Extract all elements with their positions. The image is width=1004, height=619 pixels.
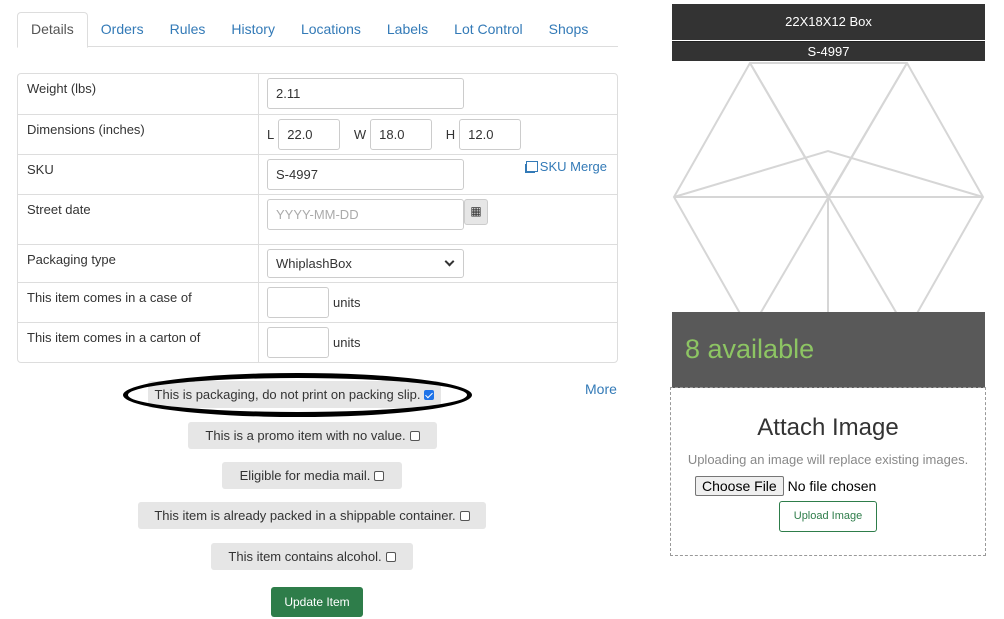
tab-lot-control[interactable]: Lot Control (441, 12, 535, 47)
tab-bar: Details Orders Rules History Locations L… (17, 12, 618, 48)
no-file-chosen-text: No file chosen (787, 478, 877, 494)
attach-image-title: Attach Image (757, 414, 899, 441)
packaging-type-row: Packaging type WhiplashBox (18, 244, 617, 282)
weight-row: Weight (lbs) 2.11 (18, 74, 617, 114)
copy-icon (525, 161, 538, 172)
packaging-checkbox-pill[interactable]: This is packaging, do not print on packi… (148, 381, 441, 408)
alcohol-checkbox-label: This item contains alcohol. (228, 549, 382, 564)
street-date-label: Street date (18, 194, 259, 244)
street-date-row: Street date YYYY-MM-DD ▦ (18, 194, 617, 244)
street-date-input[interactable]: YYYY-MM-DD (267, 199, 464, 230)
shippable-container-checkbox-label: This item is already packed in a shippab… (154, 508, 456, 523)
tab-locations[interactable]: Locations (288, 12, 374, 47)
sku-merge-label: SKU Merge (539, 159, 607, 174)
shippable-container-checkbox-pill[interactable]: This item is already packed in a shippab… (138, 502, 486, 529)
length-input[interactable]: 22.0 (278, 119, 341, 150)
sku-merge-link[interactable]: SKU Merge (525, 159, 607, 174)
width-input[interactable]: 18.0 (370, 119, 433, 150)
carton-of-label: This item comes in a carton of (18, 322, 259, 362)
height-input[interactable]: 12.0 (459, 119, 522, 150)
width-label: W (353, 127, 367, 142)
alcohol-checkbox[interactable] (385, 552, 396, 562)
promo-checkbox[interactable] (409, 431, 420, 441)
tab-details[interactable]: Details (17, 12, 88, 48)
weight-input[interactable]: 2.11 (267, 78, 464, 109)
tab-rules[interactable]: Rules (157, 12, 219, 47)
length-label: L (267, 127, 275, 142)
dimensions-label: Dimensions (inches) (18, 114, 259, 154)
case-of-input[interactable] (267, 287, 329, 318)
sku-label: SKU (18, 154, 259, 194)
media-mail-checkbox[interactable] (374, 471, 385, 481)
alcohol-checkbox-pill[interactable]: This item contains alcohol. (211, 543, 413, 570)
choose-file-button[interactable]: Choose File (695, 476, 784, 496)
item-properties-table: Weight (lbs) 2.11 Dimensions (inches) L2… (17, 73, 618, 363)
sku-row: SKU S-4997 SKU Merge (18, 154, 617, 194)
weight-label: Weight (lbs) (18, 74, 259, 114)
tab-history[interactable]: History (218, 12, 288, 47)
packaging-type-label: Packaging type (18, 244, 259, 282)
height-label: H (445, 127, 456, 142)
more-link[interactable]: More (585, 381, 617, 397)
attach-image-note: Uploading an image will replace existing… (687, 452, 969, 467)
media-mail-checkbox-label: Eligible for media mail. (239, 468, 371, 483)
promo-checkbox-pill[interactable]: This is a promo item with no value. (188, 422, 437, 449)
case-of-label: This item comes in a case of (18, 282, 259, 322)
attach-image-panel: Attach Image Uploading an image will rep… (670, 387, 986, 556)
calendar-button[interactable]: ▦ (464, 199, 488, 225)
chevron-down-icon (444, 256, 455, 267)
tab-shops[interactable]: Shops (536, 12, 602, 47)
upload-image-button[interactable]: Upload Image (778, 501, 878, 532)
packaging-checkbox[interactable] (424, 390, 435, 400)
promo-checkbox-label: This is a promo item with no value. (205, 428, 406, 443)
packaging-type-value: WhiplashBox (276, 256, 352, 271)
file-picker: Choose File No file chosen (671, 476, 985, 496)
packaging-type-select[interactable]: WhiplashBox (267, 249, 464, 278)
media-mail-checkbox-pill[interactable]: Eligible for media mail. (222, 462, 402, 489)
tab-orders[interactable]: Orders (88, 12, 157, 47)
case-of-units: units (333, 295, 361, 310)
sku-input[interactable]: S-4997 (267, 159, 464, 190)
carton-of-units: units (333, 335, 361, 350)
dimensions-row: Dimensions (inches) L 22.0 W 18.0 H 12.0 (18, 114, 617, 154)
tab-labels[interactable]: Labels (374, 12, 441, 47)
carton-of-row: This item comes in a carton of units (18, 322, 617, 362)
carton-of-input[interactable] (267, 327, 329, 358)
preview-title: 22X18X12 Box (672, 4, 985, 40)
box-placeholder-icon (672, 62, 985, 312)
preview-sku: S-4997 (672, 41, 985, 61)
shippable-container-checkbox[interactable] (459, 511, 470, 521)
packaging-checkbox-label: This is packaging, do not print on packi… (154, 387, 421, 402)
calendar-icon: ▦ (470, 204, 482, 218)
update-item-button[interactable]: Update Item (271, 587, 363, 617)
availability-banner: 8 available (672, 312, 985, 388)
case-of-row: This item comes in a case of units (18, 282, 617, 322)
